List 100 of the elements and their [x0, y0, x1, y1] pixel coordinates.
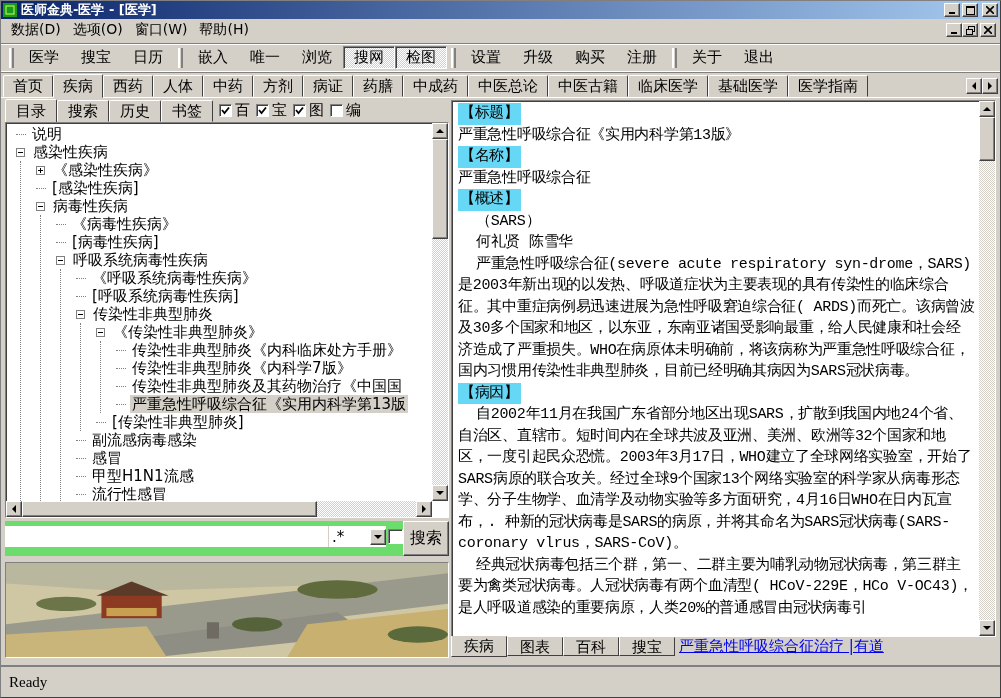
- restore-icon: [965, 25, 975, 35]
- checkbox[interactable]: 编: [330, 101, 361, 120]
- toolbar-button[interactable]: 设置: [460, 46, 512, 69]
- toolbar-button[interactable]: 购买: [564, 46, 616, 69]
- tree-item[interactable]: 传染性非典型肺炎《内科学7版》: [130, 359, 354, 377]
- tree-item[interactable]: 传染性非典型肺炎: [91, 305, 215, 323]
- tab[interactable]: 西药: [103, 75, 153, 97]
- toolbar-button[interactable]: 搜网: [343, 46, 395, 69]
- menu-item[interactable]: 窗口(W): [128, 21, 194, 39]
- menu-item[interactable]: 选项(O): [66, 21, 129, 39]
- tab[interactable]: 历史: [109, 100, 161, 122]
- scroll-thumb[interactable]: [979, 117, 995, 161]
- tab[interactable]: 基础医学: [708, 75, 788, 97]
- toolbar-button[interactable]: 医学: [18, 46, 70, 69]
- tab[interactable]: 书签: [161, 100, 213, 122]
- collapse-icon[interactable]: [56, 255, 65, 265]
- toolbar-grip[interactable]: [178, 47, 183, 68]
- toolbar-button[interactable]: 注册: [616, 46, 668, 69]
- checkbox[interactable]: 宝: [256, 101, 287, 120]
- tab[interactable]: 病证: [303, 75, 353, 97]
- tab[interactable]: 搜索: [57, 100, 109, 122]
- tab[interactable]: 中医古籍: [548, 75, 628, 97]
- toolbar-button[interactable]: 浏览: [291, 46, 343, 69]
- tab[interactable]: 中药: [203, 75, 253, 97]
- tree-item[interactable]: 呼吸系统病毒性疾病: [71, 251, 210, 269]
- scroll-thumb[interactable]: [22, 501, 317, 517]
- scroll-thumb[interactable]: [432, 139, 448, 239]
- paragraph: 自2002年11月在我国广东省部分地区出现SARS，扩散到我国内地24个省、自治区、直辖市。短时间内在全球共波及亚洲、美洲、欧洲等32个国家和地区，一度引起民众恐慌。2003年3月17日，WHO建立了全球网络实验室，开始了SARS病原的联合攻关。经过全球9个国家13个网络实验室的科学家从病毒形态学、分子生物学、血清学及动物实验等多方面研究，4月16日WHO在日内瓦宣布，. 种新的冠状病毒是SARS的病原，并将其命名为SARS冠状病毒(SARS-coronary vlrus，SARS-CoV)。: [458, 404, 973, 554]
- tab[interactable]: 图表: [507, 637, 563, 656]
- tree-item[interactable]: 甲型H1N1流感: [90, 467, 196, 485]
- tab[interactable]: 首页: [3, 75, 53, 97]
- toolbar-button[interactable]: 检图: [395, 46, 447, 69]
- tab[interactable]: 临床医学: [628, 75, 708, 97]
- toolbar-button[interactable]: 日历: [122, 46, 174, 69]
- search-field[interactable]: [5, 526, 328, 547]
- tab[interactable]: 搜宝: [619, 637, 675, 656]
- toolbar-grip[interactable]: [9, 47, 14, 68]
- tree-item[interactable]: 《传染性非典型肺炎》: [111, 323, 265, 341]
- tree-item[interactable]: 《病毒性疾病》: [70, 215, 179, 233]
- tab[interactable]: 中医总论: [468, 75, 548, 97]
- toolbar-grip[interactable]: [451, 47, 456, 68]
- checkbox[interactable]: [388, 529, 403, 544]
- toolbar-button[interactable]: 升级: [512, 46, 564, 69]
- close-button[interactable]: [982, 3, 998, 17]
- tab[interactable]: 目录: [5, 99, 57, 123]
- checkbox[interactable]: 图: [293, 101, 324, 120]
- toolbar-button[interactable]: 搜宝: [70, 46, 122, 69]
- tree-item[interactable]: [呼吸系统病毒性疾病]: [90, 287, 241, 305]
- tab[interactable]: 人体: [153, 75, 203, 97]
- tab[interactable]: 疾病: [451, 636, 507, 657]
- scroll-right-button[interactable]: [982, 78, 998, 94]
- toolbar-grip[interactable]: [672, 47, 677, 68]
- maximize-icon: [965, 5, 975, 15]
- scroll-left-button[interactable]: [966, 78, 982, 94]
- close-button[interactable]: [980, 23, 996, 37]
- toolbar-button[interactable]: 嵌入: [187, 46, 239, 69]
- tree-item[interactable]: [感染性疾病]: [50, 179, 141, 197]
- tree-item[interactable]: 病毒性疾病: [51, 197, 130, 215]
- link[interactable]: 严重急性呼吸综合征治疗 |有道: [679, 637, 884, 656]
- pattern-dropdown[interactable]: .*: [328, 526, 386, 547]
- search-button[interactable]: 搜索: [403, 521, 449, 556]
- tab[interactable]: 医学指南: [788, 75, 868, 97]
- tree-item[interactable]: 传染性非典型肺炎及其药物治疗《中国国: [130, 377, 404, 395]
- vertical-scrollbar[interactable]: [432, 123, 448, 501]
- toolbar-button[interactable]: 关于: [681, 46, 733, 69]
- minimize-button[interactable]: [944, 3, 960, 17]
- horizontal-scrollbar[interactable]: [6, 501, 432, 517]
- minimize-button[interactable]: [946, 23, 962, 37]
- tree-item[interactable]: [病毒性疾病]: [70, 233, 161, 251]
- tab[interactable]: 百科: [563, 637, 619, 656]
- collapse-icon[interactable]: [36, 201, 45, 211]
- menu-item[interactable]: 数据(D): [5, 21, 67, 39]
- tab[interactable]: 中成药: [403, 75, 468, 97]
- collapse-icon[interactable]: [16, 147, 25, 157]
- tab[interactable]: 方剂: [253, 75, 303, 97]
- tree-item[interactable]: 感冒: [90, 449, 124, 467]
- tree-item[interactable]: 严重急性呼吸综合征《实用内科学第13版: [130, 395, 409, 413]
- tree-item[interactable]: 流行性感冒: [90, 485, 169, 501]
- left-arrow-icon: [972, 82, 976, 90]
- vertical-scrollbar[interactable]: [979, 101, 995, 636]
- menu-item[interactable]: 帮助(H): [193, 21, 255, 39]
- maximize-button[interactable]: [962, 3, 978, 17]
- tree-item[interactable]: 感染性疾病: [31, 143, 110, 161]
- expand-icon[interactable]: [36, 165, 45, 175]
- tree-item[interactable]: 说明: [30, 125, 64, 143]
- toolbar-button[interactable]: 唯一: [239, 46, 291, 69]
- collapse-icon[interactable]: [76, 309, 85, 319]
- tab[interactable]: 疾病: [53, 74, 103, 98]
- tree-item[interactable]: 《感染性疾病》: [51, 161, 160, 179]
- toolbar-button[interactable]: 退出: [733, 46, 785, 69]
- tab[interactable]: 药膳: [353, 75, 403, 97]
- section-heading: 【名称】: [458, 146, 521, 168]
- tree-item[interactable]: 《呼吸系统病毒性疾病》: [90, 269, 259, 287]
- tree-item[interactable]: 传染性非典型肺炎《内科临床处方手册》: [130, 341, 404, 359]
- restore-button[interactable]: [962, 23, 978, 37]
- tree-item[interactable]: [传染性非典型肺炎]: [110, 413, 246, 431]
- tree-item[interactable]: 副流感病毒感染: [90, 431, 199, 449]
- checkbox[interactable]: 百: [219, 101, 250, 120]
- paragraph: （SARS）: [475, 211, 542, 232]
- collapse-icon[interactable]: [96, 327, 105, 337]
